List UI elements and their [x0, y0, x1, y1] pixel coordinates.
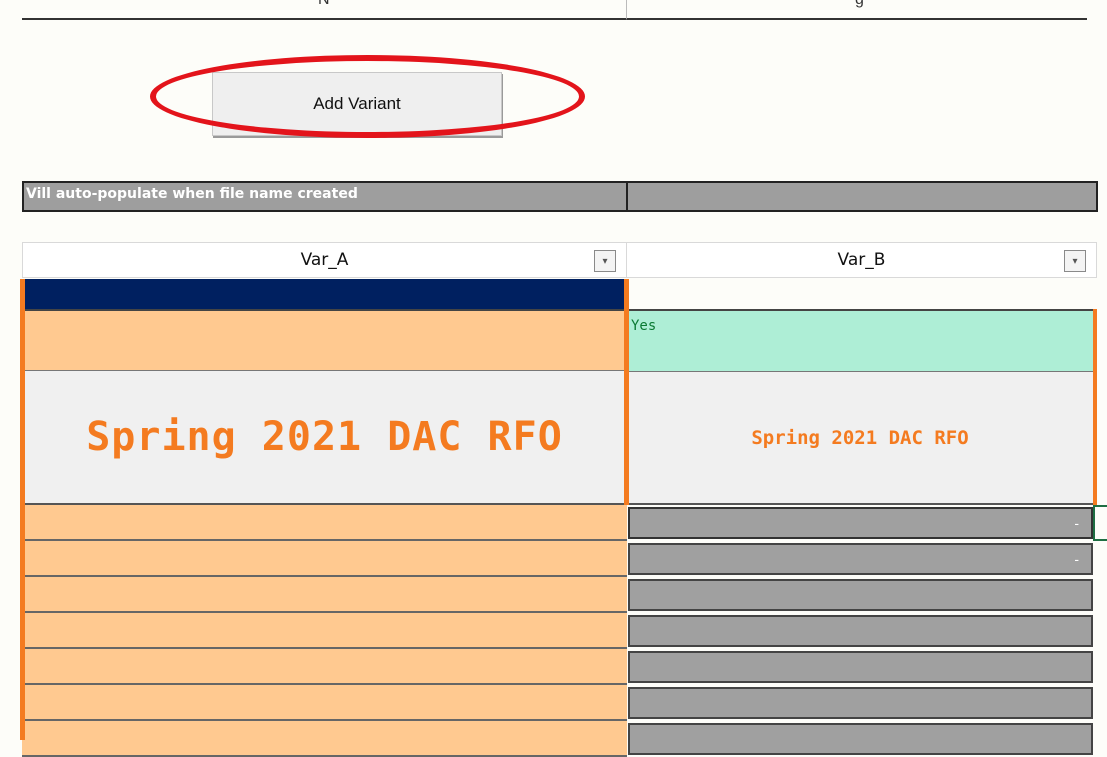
info-cell-b[interactable] — [626, 181, 1098, 212]
var-b-title-cell[interactable]: Spring 2021 DAC RFO — [627, 371, 1093, 505]
top-row-cell-b[interactable]: g — [627, 0, 1087, 20]
var-b-row[interactable]: - — [628, 543, 1093, 575]
selected-cell-edge[interactable] — [1093, 505, 1107, 541]
var-a-row[interactable] — [22, 577, 627, 613]
var-b-row-value: - — [1074, 515, 1079, 531]
var-a-row[interactable] — [22, 613, 627, 649]
var-b-row[interactable]: - — [628, 507, 1093, 539]
add-variant-button[interactable]: Add Variant — [212, 72, 502, 136]
orange-border-right — [1093, 309, 1097, 505]
var-b-title: Spring 2021 DAC RFO — [751, 426, 969, 449]
var-a-title: Spring 2021 DAC RFO — [86, 414, 563, 460]
top-row-clipped-text-b: g — [855, 0, 864, 9]
var-b-row[interactable] — [628, 579, 1093, 611]
var-b-row-value: - — [1074, 551, 1079, 567]
var-b-row[interactable] — [628, 723, 1093, 755]
var-a-row[interactable] — [22, 649, 627, 685]
var-b-row[interactable] — [628, 615, 1093, 647]
orange-border-middle — [624, 279, 629, 505]
auto-populate-info-cell[interactable]: Vill auto-populate when file name create… — [22, 181, 628, 212]
top-row-cell-a[interactable]: N — [22, 0, 627, 20]
filter-dropdown-icon[interactable]: ▾ — [1064, 250, 1086, 272]
navy-header-bar-cell[interactable] — [22, 279, 627, 309]
filter-dropdown-icon[interactable]: ▾ — [594, 250, 616, 272]
add-variant-label: Add Variant — [313, 94, 401, 113]
column-header-var-a[interactable]: Var_A ▾ — [22, 242, 627, 278]
var-a-row[interactable] — [22, 721, 627, 757]
var-a-title-cell[interactable]: Spring 2021 DAC RFO — [22, 371, 627, 505]
column-header-var-b-label: Var_B — [837, 250, 886, 270]
var-a-row[interactable] — [22, 541, 627, 577]
var-a-row[interactable] — [22, 505, 627, 541]
var-b-row[interactable] — [628, 651, 1093, 683]
auto-populate-info-text: Vill auto-populate when file name create… — [26, 186, 358, 202]
orange-border-left — [20, 279, 25, 740]
var-a-row[interactable] — [22, 685, 627, 721]
column-header-var-b[interactable]: Var_B ▾ — [627, 242, 1097, 278]
column-header-var-a-label: Var_A — [300, 250, 349, 270]
var-a-status-cell[interactable] — [22, 309, 627, 371]
var-b-row[interactable] — [628, 687, 1093, 719]
top-row-clipped-text-a: N — [318, 0, 330, 9]
var-b-status-text: Yes — [631, 318, 657, 334]
var-b-status-cell[interactable]: Yes — [627, 309, 1093, 371]
